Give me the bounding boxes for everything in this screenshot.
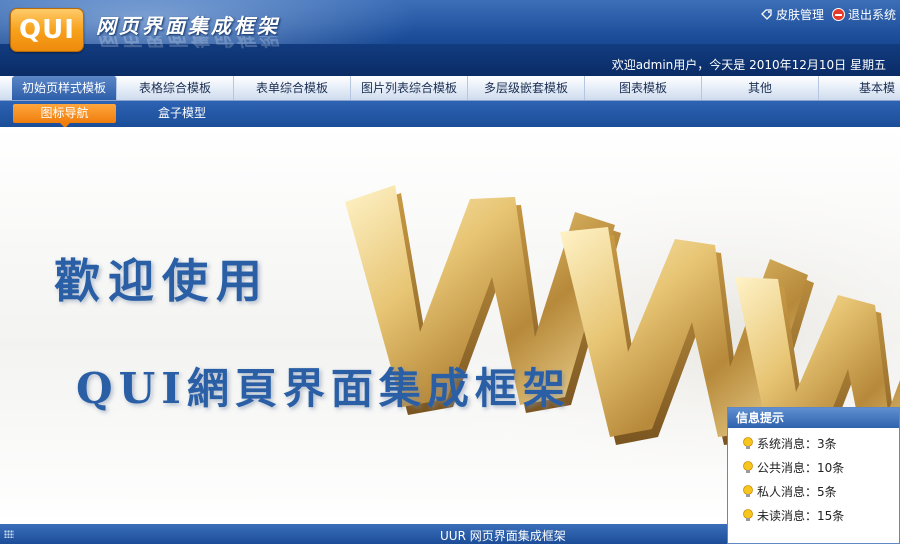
grip-icon[interactable] bbox=[4, 530, 14, 538]
lightbulb-icon bbox=[743, 509, 753, 521]
info-panel-title: 信息提示 bbox=[728, 408, 899, 428]
nav-tab-nested[interactable]: 多层级嵌套模板 bbox=[468, 76, 585, 100]
lightbulb-icon bbox=[743, 461, 753, 473]
header: QUI 网页界面集成框架 网页界面集成框架 皮肤管理 退出系统 欢迎admin用… bbox=[0, 0, 900, 76]
nav-tab-chart[interactable]: 图表模板 bbox=[585, 76, 702, 100]
skin-manage-label: 皮肤管理 bbox=[776, 8, 825, 22]
nav-tab-table[interactable]: 表格综合模板 bbox=[117, 76, 234, 100]
info-item-label: 系统消息：3条 bbox=[757, 437, 837, 451]
skin-manage-link[interactable]: 皮肤管理 bbox=[760, 6, 824, 23]
info-item-label: 未读消息：15条 bbox=[757, 509, 845, 523]
banner-product-text: QUI網頁界面集成框架 bbox=[76, 364, 571, 413]
info-item-label: 公共消息：10条 bbox=[757, 461, 845, 475]
lightbulb-icon bbox=[743, 437, 753, 449]
logout-label: 退出系统 bbox=[848, 8, 897, 22]
info-list: 系统消息：3条 公共消息：10条 私人消息：5条 未读消息：15条 bbox=[728, 428, 899, 528]
logout-icon bbox=[832, 8, 845, 21]
nav-tab-form[interactable]: 表单综合模板 bbox=[234, 76, 351, 100]
subnav-box-model[interactable]: 盒子模型 bbox=[158, 104, 206, 123]
logo: QUI bbox=[10, 8, 84, 52]
nav-tab-basic[interactable]: 基本模 bbox=[819, 76, 900, 100]
subnav-icon-navigation[interactable]: 图标导航 bbox=[13, 104, 116, 128]
app-title: 网页界面集成框架 bbox=[96, 14, 280, 38]
nav-tab-image-list[interactable]: 图片列表综合模板 bbox=[351, 76, 468, 100]
info-item-unread[interactable]: 未读消息：15条 bbox=[742, 504, 899, 528]
info-item-public[interactable]: 公共消息：10条 bbox=[742, 456, 899, 480]
sub-nav: 图标导航 盒子模型 bbox=[0, 101, 900, 128]
info-item-label: 私人消息：5条 bbox=[757, 485, 837, 499]
welcome-message: 欢迎admin用户，今天是 2010年12月10日 星期五 bbox=[611, 58, 886, 72]
copyright-text: UUR 网页界面集成框架 bbox=[440, 529, 566, 543]
status-bar: UUR 网页界面集成框架 bbox=[0, 524, 727, 544]
logout-link[interactable]: 退出系统 bbox=[832, 6, 896, 23]
nav-tab-other[interactable]: 其他 bbox=[702, 76, 819, 100]
subnav-icon-navigation-label: 图标导航 bbox=[40, 106, 89, 120]
info-item-private[interactable]: 私人消息：5条 bbox=[742, 480, 899, 504]
info-panel: 信息提示 系统消息：3条 公共消息：10条 私人消息：5条 未读消息：15条 bbox=[727, 407, 900, 544]
banner-welcome-text: 歡迎使用 bbox=[54, 254, 270, 308]
main-nav: 初始页样式模板 表格综合模板 表单综合模板 图片列表综合模板 多层级嵌套模板 图… bbox=[0, 76, 900, 101]
nav-tab-start-page[interactable]: 初始页样式模板 bbox=[12, 76, 117, 100]
info-item-system[interactable]: 系统消息：3条 bbox=[742, 432, 899, 456]
lightbulb-icon bbox=[743, 485, 753, 497]
app-title-reflection: 网页界面集成框架 bbox=[96, 36, 280, 50]
skin-icon bbox=[761, 9, 772, 20]
